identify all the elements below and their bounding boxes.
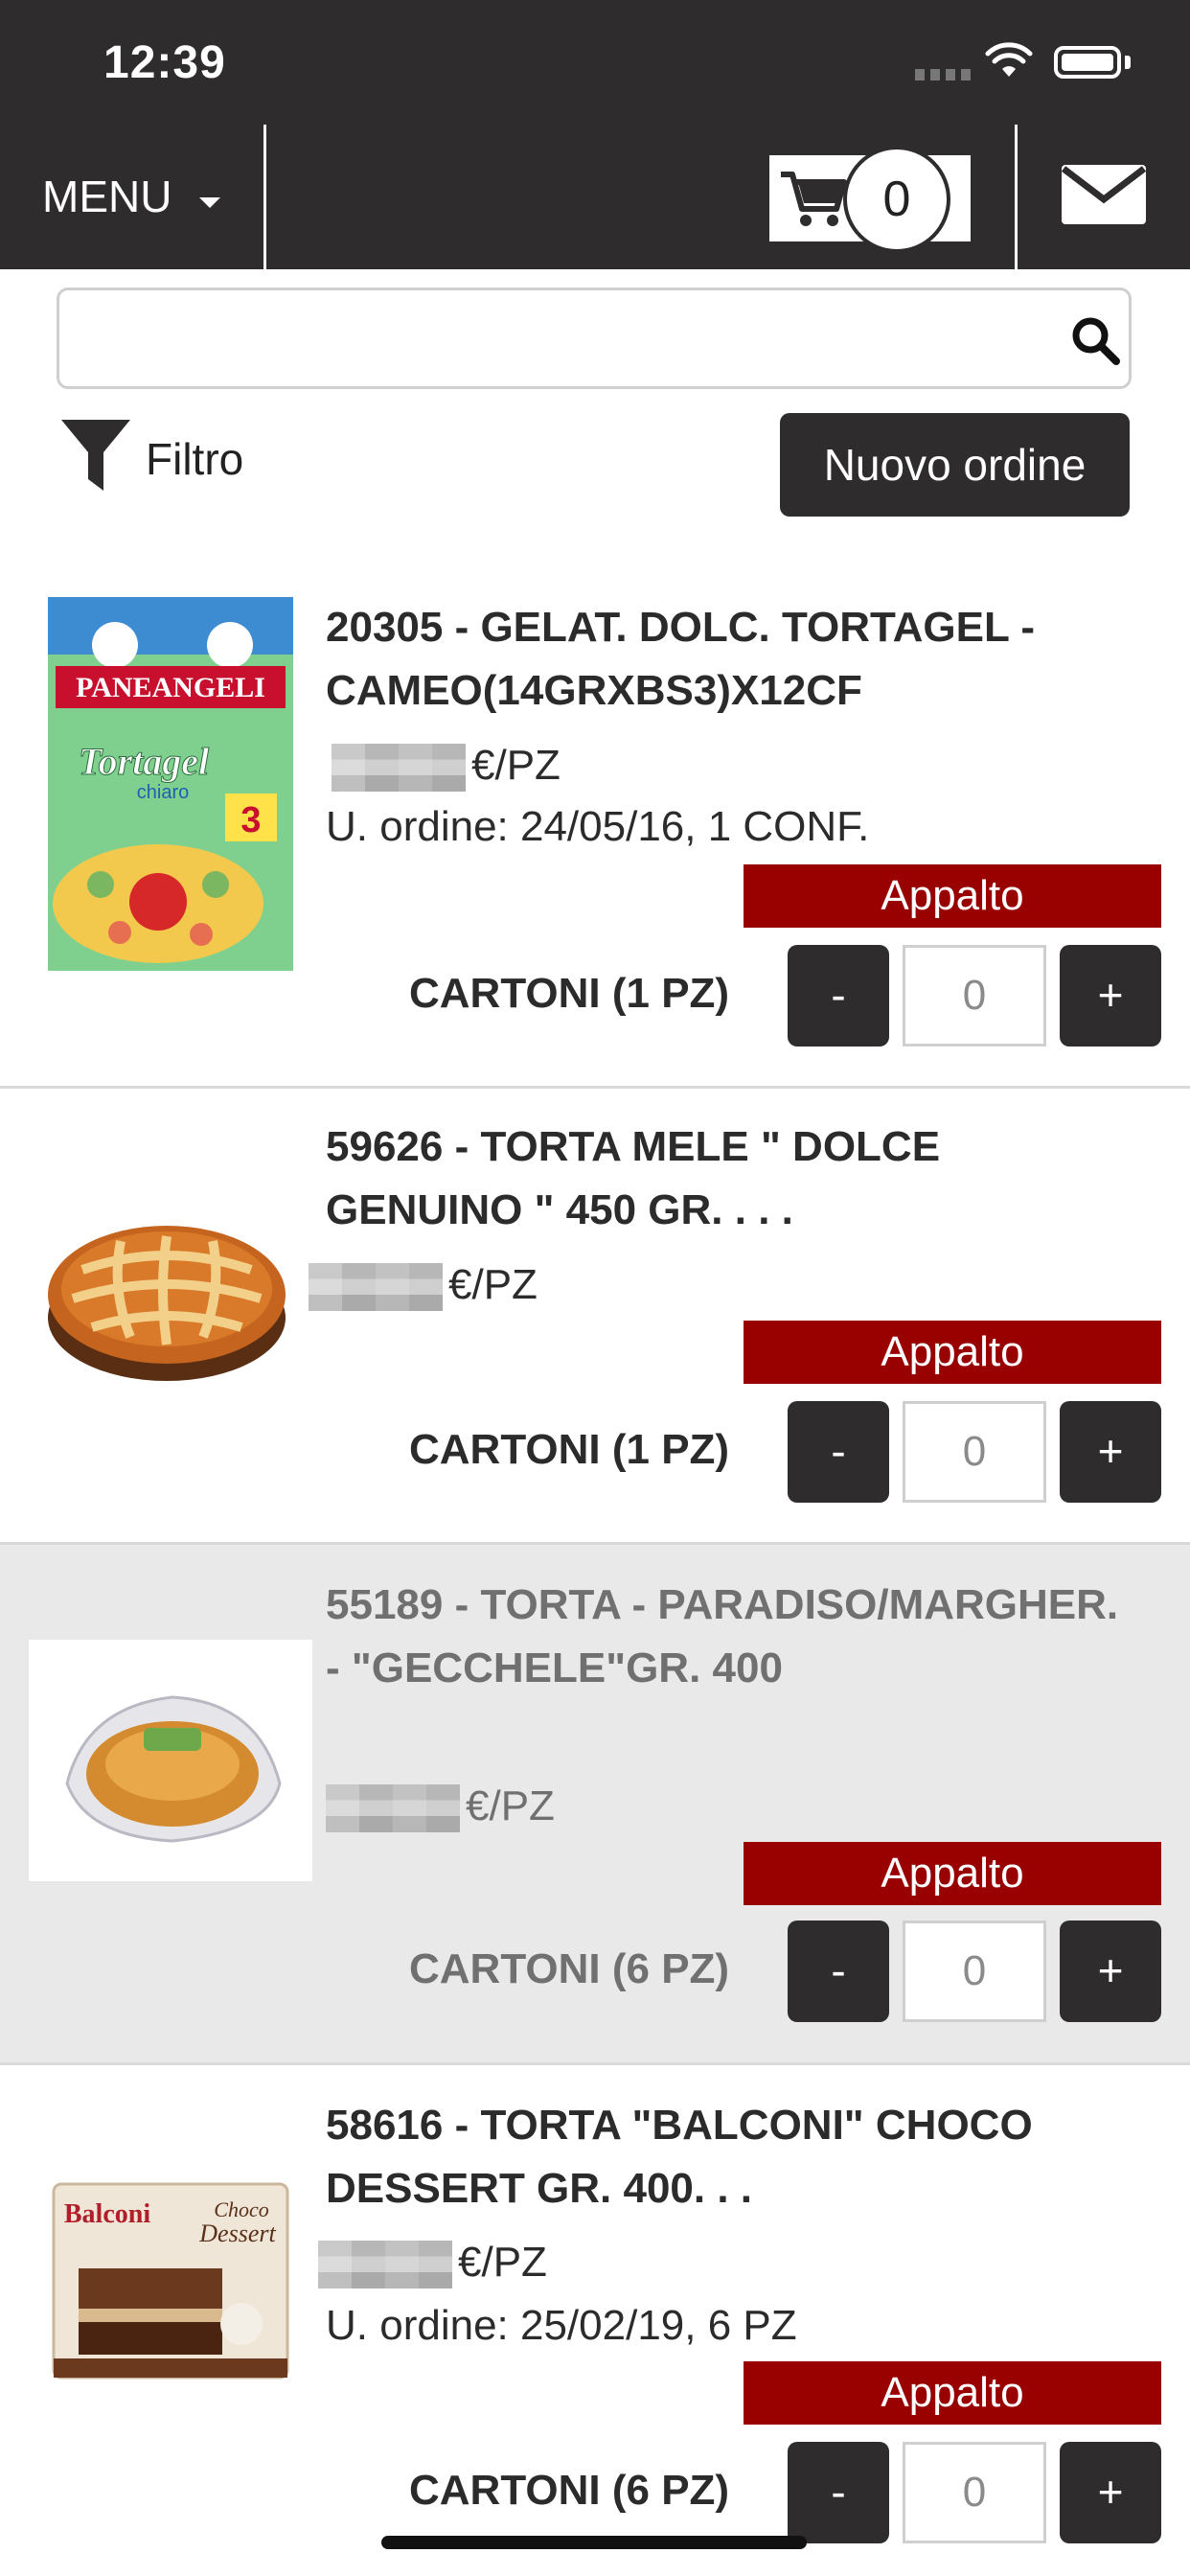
new-order-button[interactable]: Nuovo ordine — [780, 413, 1130, 517]
product-name-label: Tortagel — [79, 740, 210, 783]
quantity-field[interactable]: 0 — [903, 1401, 1046, 1503]
status-badge: Appalto — [744, 2361, 1161, 2425]
cart-count-badge[interactable]: 0 — [843, 146, 950, 253]
quantity-field[interactable]: 0 — [903, 1920, 1046, 2022]
product-title[interactable]: 55189 - TORTA - PARADISO/MARGHER. - "GEC… — [326, 1574, 1140, 1700]
search-input[interactable] — [57, 288, 1132, 389]
battery-tip — [1125, 56, 1131, 69]
price-value-redacted — [332, 744, 466, 793]
increase-button[interactable]: + — [1060, 1920, 1161, 2022]
status-time: 12:39 — [103, 37, 226, 88]
svg-text:Choco: Choco — [214, 2197, 268, 2221]
chevron-down-icon — [199, 197, 220, 208]
header-divider — [263, 125, 266, 269]
signal-icon — [915, 69, 971, 80]
increase-button[interactable]: + — [1060, 2442, 1161, 2543]
filter-label[interactable]: Filtro — [146, 433, 243, 485]
pack-label: CARTONI (1 PZ) — [409, 970, 730, 1017]
pack-label: CARTONI (6 PZ) — [409, 1945, 730, 1992]
product-price: €/PZ — [318, 2239, 547, 2289]
pack-label: CARTONI (1 PZ) — [409, 1426, 730, 1473]
quantity-field[interactable]: 0 — [903, 2442, 1046, 2543]
battery-icon — [1054, 46, 1121, 79]
status-badge: Appalto — [744, 1842, 1161, 1905]
menu-button[interactable]: MENU — [42, 171, 172, 222]
home-indicator[interactable] — [381, 2536, 807, 2549]
mail-icon[interactable] — [1062, 165, 1146, 224]
product-image — [48, 1226, 286, 1381]
increase-button[interactable]: + — [1060, 945, 1161, 1046]
product-price: €/PZ — [309, 1261, 538, 1312]
product-title[interactable]: 59626 - TORTA MELE " DOLCE GENUINO " 450… — [326, 1116, 1140, 1242]
price-value-redacted — [309, 1263, 443, 1312]
last-order: U. ordine: 25/02/19, 6 PZ — [326, 2302, 797, 2349]
pack-label: CARTONI (6 PZ) — [409, 2467, 730, 2514]
product-image — [29, 1640, 312, 1881]
decrease-button[interactable]: - — [788, 2442, 889, 2543]
product-price: €/PZ — [326, 1782, 555, 1833]
product-title[interactable]: 20305 - GELAT. DOLC. TORTAGEL - CAMEO(14… — [326, 596, 1140, 723]
price-value-redacted — [326, 1784, 460, 1833]
wifi-icon — [985, 42, 1033, 77]
row-divider — [0, 1086, 1190, 1089]
header-divider — [1015, 125, 1018, 269]
product-price: €/PZ — [332, 742, 561, 793]
svg-text:chiaro: chiaro — [137, 782, 189, 803]
search-icon[interactable] — [1069, 314, 1121, 366]
product-card-disabled: 55189 - TORTA - PARADISO/MARGHER. - "GEC… — [0, 1545, 1190, 2062]
product-image: Balconi Choco Dessert — [52, 2182, 289, 2380]
decrease-button[interactable]: - — [788, 1920, 889, 2022]
row-divider — [0, 2062, 1190, 2065]
filter-icon[interactable] — [59, 418, 132, 493]
status-badge: Appalto — [744, 864, 1161, 928]
cart-icon — [781, 172, 847, 226]
brand-label: Balconi — [64, 2199, 150, 2229]
brand-label: PANEANGELI — [76, 672, 265, 703]
product-title[interactable]: 58616 - TORTA "BALCONI" CHOCO DESSERT GR… — [326, 2094, 1140, 2220]
decrease-button[interactable]: - — [788, 1401, 889, 1503]
product-image: PANEANGELI Tortagel chiaro 3 — [48, 597, 293, 971]
last-order: U. ordine: 24/05/16, 1 CONF. — [326, 803, 870, 850]
status-badge: Appalto — [744, 1321, 1161, 1384]
price-value-redacted — [318, 2241, 452, 2289]
quantity-field[interactable]: 0 — [903, 945, 1046, 1046]
svg-text:Dessert: Dessert — [198, 2220, 276, 2247]
increase-button[interactable]: + — [1060, 1401, 1161, 1503]
svg-text:3: 3 — [240, 800, 261, 840]
decrease-button[interactable]: - — [788, 945, 889, 1046]
